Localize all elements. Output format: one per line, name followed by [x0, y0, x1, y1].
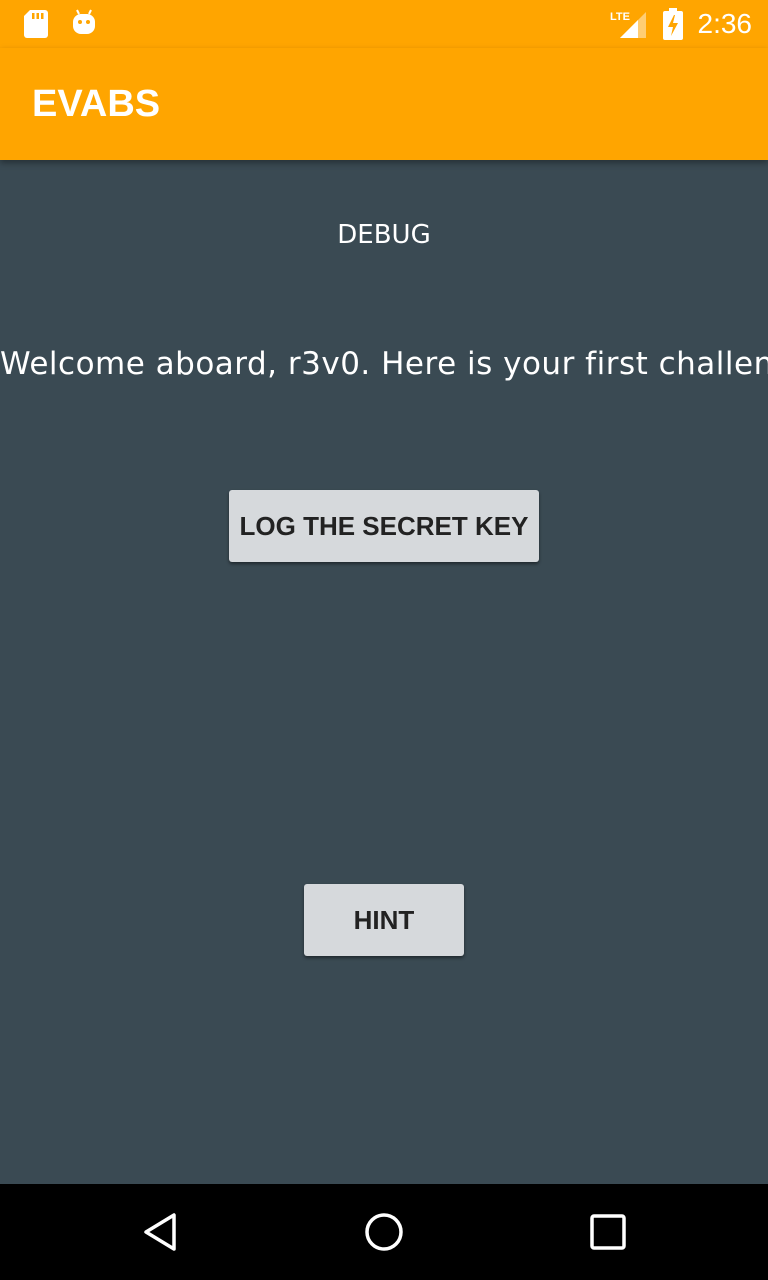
home-icon[interactable]: [360, 1208, 408, 1256]
android-icon: [73, 9, 95, 34]
back-icon[interactable]: [136, 1208, 184, 1256]
section-title: DEBUG: [337, 220, 431, 250]
lte-signal-icon: LTE: [610, 11, 646, 38]
status-bar: LTE 2:36: [0, 0, 768, 48]
status-time: 2:36: [697, 8, 753, 39]
screen: LTE 2:36 EVABS DEBUG Welcome aboard, r3v…: [0, 0, 768, 1280]
main-content: DEBUG Welcome aboard, r3v0. Here is your…: [0, 160, 768, 1184]
battery-charging-icon: [663, 8, 683, 40]
app-bar: EVABS: [0, 48, 768, 160]
log-secret-key-button[interactable]: LOG THE SECRET KEY: [229, 490, 539, 562]
navigation-bar: [0, 1184, 768, 1280]
welcome-message: Welcome aboard, r3v0. Here is your first…: [0, 346, 768, 382]
hint-button[interactable]: HINT: [304, 884, 464, 956]
svg-text:LTE: LTE: [610, 11, 630, 23]
recents-icon[interactable]: [584, 1208, 632, 1256]
app-title: EVABS: [32, 83, 161, 125]
sd-card-icon: [24, 10, 48, 38]
